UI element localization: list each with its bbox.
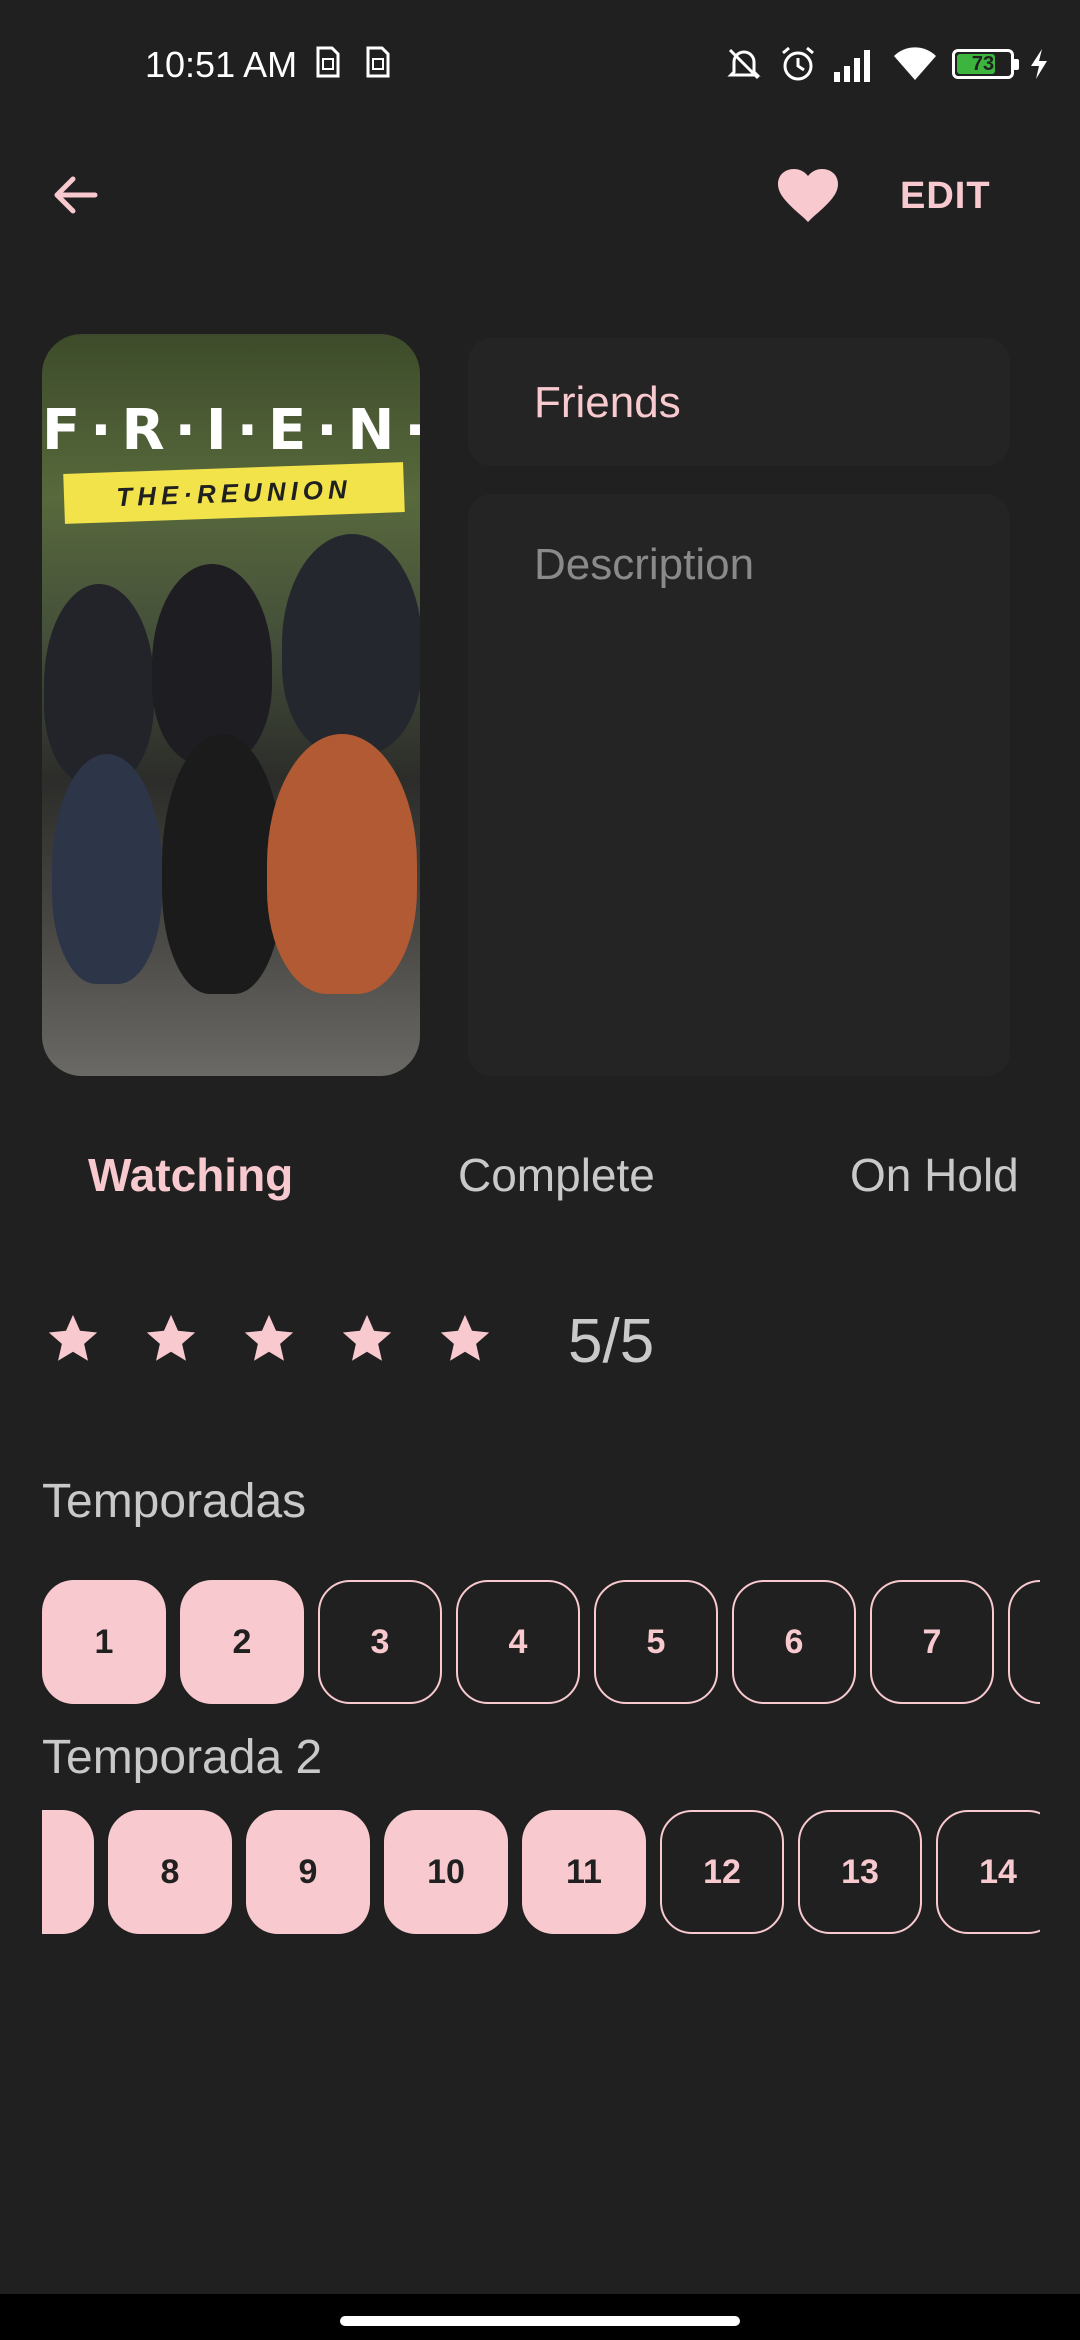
poster-image[interactable]: F·R·I·E·N·D·S THE·REUNION: [42, 334, 420, 1076]
season-chip[interactable]: 2: [180, 1580, 304, 1704]
battery-tip: [1014, 59, 1019, 70]
tab-watching[interactable]: Watching: [88, 1148, 293, 1202]
episode-chip[interactable]: [42, 1810, 94, 1934]
back-button[interactable]: [40, 160, 110, 230]
season-chip[interactable]: [1008, 1580, 1040, 1704]
episodes-label: Temporada 2: [42, 1731, 323, 1784]
mute-icon: [727, 48, 761, 80]
poster-figure: [52, 754, 162, 984]
heart-icon: [778, 169, 838, 222]
tab-on-hold[interactable]: On Hold: [850, 1148, 1019, 1202]
season-chip[interactable]: 1: [42, 1580, 166, 1704]
star-icon: [440, 1314, 490, 1361]
poster-figure: [267, 734, 417, 994]
episode-chip[interactable]: 13: [798, 1810, 922, 1934]
episode-chip[interactable]: 10: [384, 1810, 508, 1934]
episode-chip[interactable]: 12: [660, 1810, 784, 1934]
wifi-icon: [894, 47, 936, 80]
arrow-left-icon: [54, 176, 98, 214]
title-field[interactable]: Friends: [468, 338, 1010, 466]
poster-figure: [152, 564, 272, 764]
star-icon[interactable]: [138, 1306, 204, 1372]
star-icon[interactable]: [236, 1306, 302, 1372]
status-icons: 73: [724, 44, 1050, 84]
description-field[interactable]: Description: [468, 494, 1010, 1076]
season-chip-row[interactable]: 1 2 3 4 5 6 7: [42, 1580, 1040, 1704]
rating-value: 5/5: [568, 1307, 655, 1376]
rating-bar: 5/5: [40, 1300, 740, 1380]
seasons-label: Temporadas: [42, 1475, 307, 1528]
poster-figure: [162, 734, 282, 994]
edit-button[interactable]: EDIT: [900, 166, 991, 226]
status-bar: 10:51 AM 73: [0, 0, 1080, 130]
poster-title: F·R·I·E·N·D·S: [42, 398, 420, 463]
star-icon: [146, 1314, 196, 1361]
home-indicator[interactable]: [340, 2316, 740, 2326]
status-time: 10:51 AM: [145, 44, 298, 85]
sim-icon: [316, 46, 340, 78]
tab-complete[interactable]: Complete: [458, 1148, 655, 1202]
poster-figure: [282, 534, 420, 754]
episode-chip[interactable]: 11: [522, 1810, 646, 1934]
star-icon: [244, 1314, 294, 1361]
episode-chip-row[interactable]: 8 9 10 11 12 13 14: [42, 1810, 1040, 1934]
sim-icon: [366, 46, 390, 78]
signal-icon: [834, 50, 870, 82]
description-placeholder: Description: [534, 540, 755, 589]
star-icon[interactable]: [40, 1306, 106, 1372]
poster-subtitle: THE·REUNION: [63, 462, 405, 524]
season-chip[interactable]: 4: [456, 1580, 580, 1704]
episode-chip[interactable]: 14: [936, 1810, 1040, 1934]
star-icon: [342, 1314, 392, 1361]
episode-chip[interactable]: 9: [246, 1810, 370, 1934]
star-icon: [48, 1314, 98, 1361]
title-value: Friends: [534, 378, 681, 427]
favorite-button[interactable]: [772, 160, 844, 232]
status-tabs: Watching Complete On Hold: [0, 1140, 1080, 1212]
charging-icon: [1031, 49, 1047, 79]
episode-chip[interactable]: 8: [108, 1810, 232, 1934]
season-chip[interactable]: 5: [594, 1580, 718, 1704]
battery-icon: 73: [952, 49, 1019, 79]
season-chip[interactable]: 3: [318, 1580, 442, 1704]
star-icon[interactable]: [432, 1306, 498, 1372]
battery-level: 73: [971, 52, 995, 75]
alarm-icon: [782, 46, 814, 81]
season-chip[interactable]: 6: [732, 1580, 856, 1704]
season-chip[interactable]: 7: [870, 1580, 994, 1704]
star-icon[interactable]: [334, 1306, 400, 1372]
